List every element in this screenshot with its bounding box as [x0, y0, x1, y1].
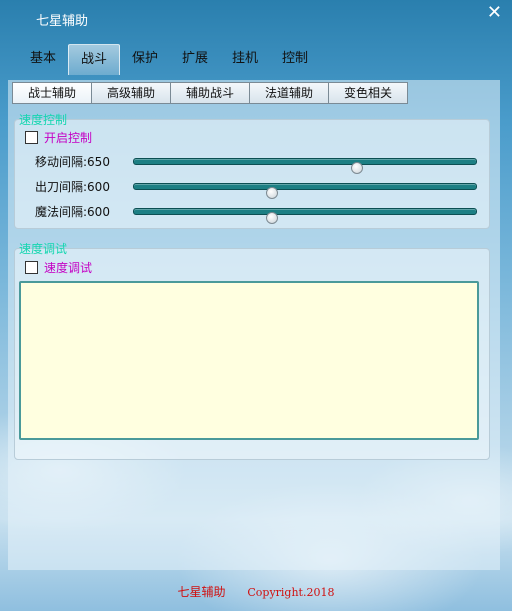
slider-thumb[interactable]: [351, 162, 364, 174]
debug-log-textarea[interactable]: [19, 281, 479, 440]
magic-interval-slider[interactable]: [133, 208, 477, 224]
speed-debug-label: 速度调试: [44, 261, 93, 275]
speed-control-legend: 速度控制: [19, 113, 68, 127]
title-bar: 七星辅助 ✕: [0, 0, 512, 42]
move-interval-slider-row: 移动间隔:650: [35, 151, 485, 174]
checkbox-box[interactable]: [25, 261, 38, 274]
window-title: 七星辅助: [36, 14, 89, 29]
subtab-taoist-assist[interactable]: 法道辅助: [249, 82, 329, 104]
speed-debug-checkbox[interactable]: 速度调试: [25, 259, 92, 276]
main-tab-bar: 基本 战斗 保护 扩展 挂机 控制: [18, 44, 320, 76]
attack-interval-label: 出刀间隔:600: [35, 180, 110, 194]
speed-debug-legend: 速度调试: [19, 242, 68, 256]
move-interval-label: 移动间隔:650: [35, 155, 110, 169]
move-interval-slider[interactable]: [133, 158, 477, 174]
magic-interval-slider-row: 魔法间隔:600: [35, 201, 485, 224]
tab-protect[interactable]: 保护: [120, 44, 170, 74]
enable-control-checkbox[interactable]: 开启控制: [25, 129, 92, 146]
speed-debug-group: 速度调试 速度调试: [14, 242, 490, 460]
subtab-color-change[interactable]: 变色相关: [328, 82, 408, 104]
subtab-warrior-assist[interactable]: 战士辅助: [12, 82, 92, 104]
sub-tab-bar: 战士辅助 高级辅助 辅助战斗 法道辅助 变色相关: [12, 82, 408, 104]
checkbox-box[interactable]: [25, 131, 38, 144]
tab-combat[interactable]: 战斗: [68, 44, 120, 75]
slider-thumb[interactable]: [265, 212, 278, 224]
attack-interval-slider[interactable]: [133, 183, 477, 199]
subtab-advanced-assist[interactable]: 高级辅助: [91, 82, 171, 104]
speed-control-group: 速度控制 开启控制 移动间隔:650 出刀间隔:600 魔法间隔:600: [14, 113, 490, 229]
footer-app-name: 七星辅助: [177, 585, 226, 599]
subtab-assist-combat[interactable]: 辅助战斗: [170, 82, 250, 104]
tab-control[interactable]: 控制: [270, 44, 320, 74]
slider-thumb[interactable]: [265, 187, 278, 199]
tab-extend[interactable]: 扩展: [170, 44, 220, 74]
close-icon[interactable]: ✕: [487, 2, 502, 23]
tab-afk[interactable]: 挂机: [220, 44, 270, 74]
tab-basic[interactable]: 基本: [18, 44, 68, 74]
footer: 七星辅助 Copyright.2018: [0, 583, 512, 600]
attack-interval-slider-row: 出刀间隔:600: [35, 176, 485, 199]
enable-control-label: 开启控制: [44, 131, 93, 145]
footer-copyright: Copyright.2018: [247, 586, 335, 599]
magic-interval-label: 魔法间隔:600: [35, 205, 110, 219]
combat-panel: 战士辅助 高级辅助 辅助战斗 法道辅助 变色相关 速度控制 开启控制 移动间隔:…: [8, 80, 500, 570]
